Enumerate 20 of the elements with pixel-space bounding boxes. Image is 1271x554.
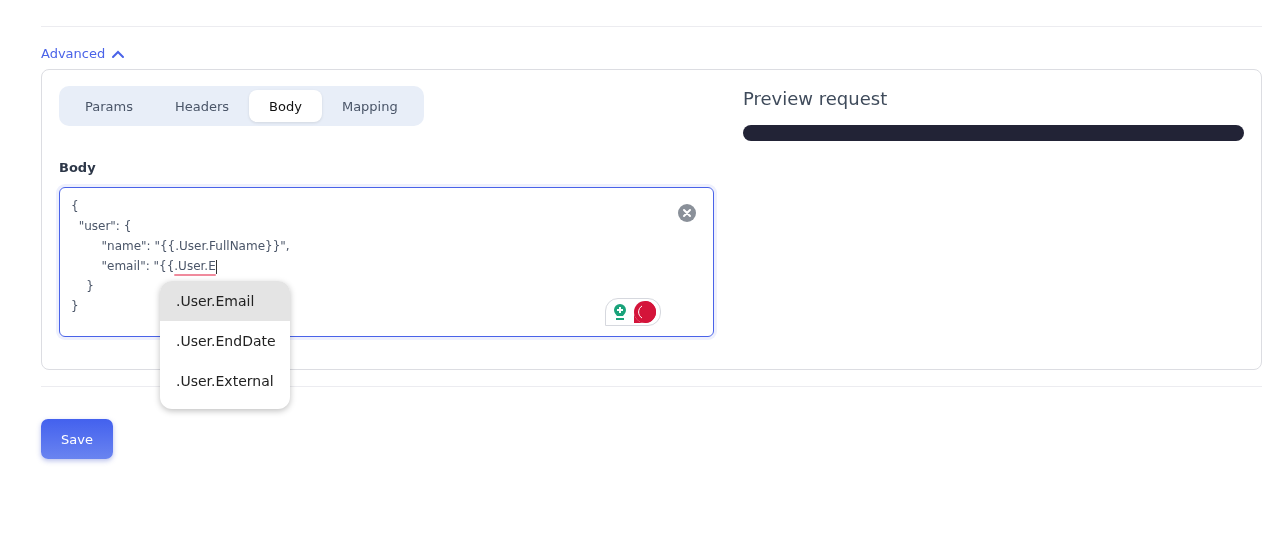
code-line: "user": { — [77, 218, 132, 235]
code-line: { — [71, 198, 79, 215]
tab[interactable]: Mapping — [321, 90, 418, 122]
field-label: Body — [59, 160, 96, 175]
autocomplete-item[interactable]: .User.EndDate — [160, 321, 290, 361]
advanced-toggle[interactable]: Advanced — [41, 46, 126, 61]
extension-badge-drawing[interactable] — [605, 298, 661, 326]
code-line: "name": "{{.User.FullName}}", — [100, 238, 290, 255]
autocomplete-item[interactable]: .User.External — [160, 361, 290, 401]
chevron-icon — [111, 48, 126, 59]
tab[interactable]: Body — [249, 90, 322, 122]
code-line: "email": "{{.User.E — [100, 258, 217, 276]
preview-title: Preview request — [743, 88, 888, 109]
tab[interactable]: Headers — [155, 90, 250, 122]
autocomplete-item[interactable]: .User.Email — [160, 281, 290, 321]
save-button[interactable]: Save — [41, 419, 113, 459]
clear-icon[interactable] — [678, 204, 696, 222]
code-line: } — [85, 278, 94, 295]
code-line: } — [71, 298, 79, 315]
tab[interactable]: Params — [63, 90, 155, 122]
